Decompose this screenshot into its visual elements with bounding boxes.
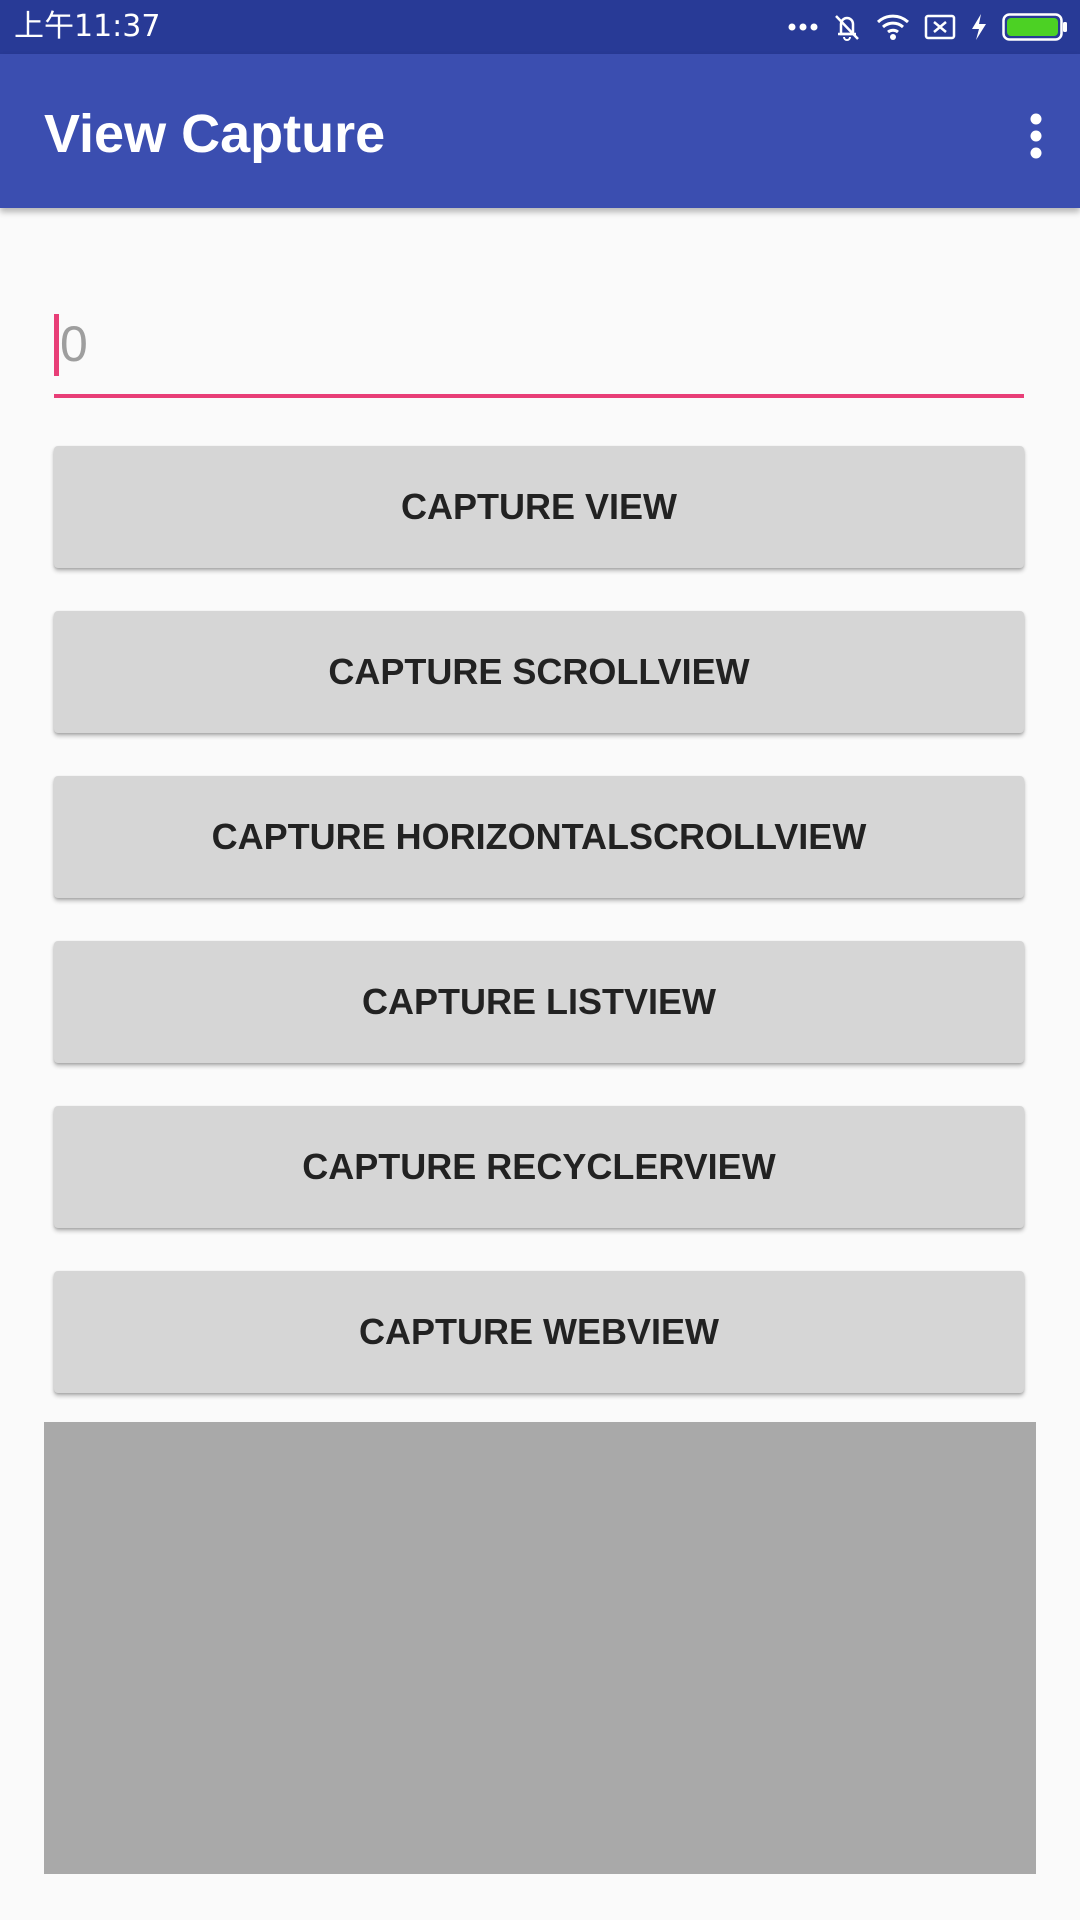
capture-horizontalscrollview-button[interactable]: CAPTURE HORIZONTALSCROLLVIEW <box>54 776 1024 898</box>
app-title: View Capture <box>44 104 386 164</box>
wifi-icon <box>876 13 910 41</box>
app-bar: View Capture <box>0 54 1080 208</box>
capture-listview-button[interactable]: CAPTURE LISTVIEW <box>54 941 1024 1063</box>
overflow-menu-icon[interactable] <box>1006 106 1066 166</box>
number-input-field[interactable]: 0 <box>54 304 1024 398</box>
status-icons <box>788 8 1068 46</box>
status-bar: 上午11:37 <box>0 0 1080 54</box>
capture-webview-button[interactable]: CAPTURE WEBVIEW <box>54 1271 1024 1393</box>
charging-bolt-icon <box>970 13 988 41</box>
no-sim-icon <box>924 14 956 40</box>
capture-scrollview-button[interactable]: CAPTURE SCROLLVIEW <box>54 611 1024 733</box>
battery-icon <box>1002 13 1068 41</box>
capture-recyclerview-button[interactable]: CAPTURE RECYCLERVIEW <box>54 1106 1024 1228</box>
capture-preview-area <box>44 1422 1036 1874</box>
text-cursor <box>54 314 59 376</box>
content-area: 0 CAPTURE VIEW CAPTURE SCROLLVIEW CAPTUR… <box>0 208 1080 1920</box>
input-underline <box>54 394 1024 398</box>
status-time: 上午11:37 <box>14 9 161 44</box>
input-placeholder: 0 <box>60 316 88 372</box>
mute-vibrate-icon <box>832 12 862 42</box>
more-dots-icon <box>788 22 818 32</box>
capture-view-button[interactable]: CAPTURE VIEW <box>54 446 1024 568</box>
